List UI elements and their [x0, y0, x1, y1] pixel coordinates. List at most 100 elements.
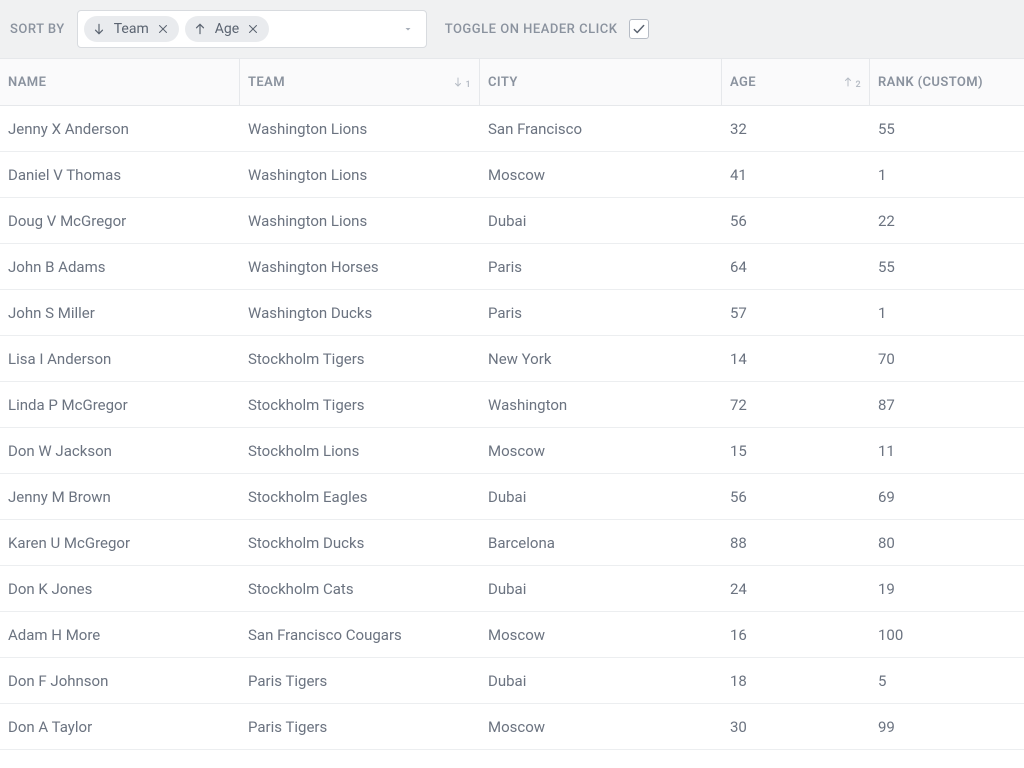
- cell-rank: 100: [870, 626, 1022, 644]
- cell-age: 64: [722, 258, 870, 276]
- cell-age: 57: [722, 304, 870, 322]
- cell-city: Moscow: [480, 442, 722, 460]
- cell-city: Moscow: [480, 166, 722, 184]
- cell-age: 18: [722, 672, 870, 690]
- table-row[interactable]: John S MillerWashington DucksParis571: [0, 290, 1024, 336]
- cell-team: Washington Ducks: [240, 304, 480, 322]
- sort-select[interactable]: Team Age: [77, 10, 427, 48]
- cell-team: Paris Tigers: [240, 718, 480, 736]
- cell-rank: 11: [870, 442, 1022, 460]
- arrow-down-icon: [452, 76, 464, 88]
- table-row[interactable]: Karen U McGregorStockholm DucksBarcelona…: [0, 520, 1024, 566]
- cell-city: Dubai: [480, 580, 722, 598]
- sort-toolbar: SORT BY Team Age TOGGLE ON HEADER CLIC: [0, 0, 1024, 58]
- column-header-label: NAME: [8, 75, 46, 90]
- column-header-label: TEAM: [248, 75, 285, 90]
- cell-city: Barcelona: [480, 534, 722, 552]
- remove-chip-button[interactable]: [245, 21, 261, 37]
- caret-down-icon[interactable]: [396, 17, 420, 41]
- table-row[interactable]: Adam H MoreSan Francisco CougarsMoscow16…: [0, 612, 1024, 658]
- cell-name: Adam H More: [0, 626, 240, 644]
- cell-age: 56: [722, 488, 870, 506]
- table-row[interactable]: Lisa I AndersonStockholm TigersNew York1…: [0, 336, 1024, 382]
- column-header-label: CITY: [488, 75, 518, 90]
- cell-team: Washington Lions: [240, 120, 480, 138]
- cell-rank: 87: [870, 396, 1022, 414]
- cell-team: Paris Tigers: [240, 672, 480, 690]
- cell-city: San Francisco: [480, 120, 722, 138]
- cell-name: Daniel V Thomas: [0, 166, 240, 184]
- column-header-age[interactable]: AGE 2: [722, 59, 870, 105]
- cell-age: 15: [722, 442, 870, 460]
- sort-chip-team[interactable]: Team: [84, 16, 179, 42]
- cell-team: Washington Horses: [240, 258, 480, 276]
- cell-rank: 22: [870, 212, 1022, 230]
- sort-chip-age[interactable]: Age: [185, 16, 269, 42]
- cell-city: Paris: [480, 258, 722, 276]
- cell-age: 30: [722, 718, 870, 736]
- table-header-row: NAME TEAM 1 CITY AGE 2 RANK (CUSTOM): [0, 58, 1024, 106]
- cell-team: Stockholm Tigers: [240, 350, 480, 368]
- toggle-header-click-label: TOGGLE ON HEADER CLICK: [445, 22, 618, 37]
- cell-rank: 19: [870, 580, 1022, 598]
- cell-team: San Francisco Cougars: [240, 626, 480, 644]
- remove-chip-button[interactable]: [155, 21, 171, 37]
- cell-name: Jenny X Anderson: [0, 120, 240, 138]
- table-row[interactable]: Don K JonesStockholm CatsDubai2419: [0, 566, 1024, 612]
- table-row[interactable]: Doug V McGregorWashington LionsDubai5622: [0, 198, 1024, 244]
- cell-name: Lisa I Anderson: [0, 350, 240, 368]
- cell-rank: 1: [870, 166, 1022, 184]
- cell-age: 16: [722, 626, 870, 644]
- cell-city: Paris: [480, 304, 722, 322]
- column-header-label: RANK (CUSTOM): [878, 75, 983, 90]
- column-header-team[interactable]: TEAM 1: [240, 59, 480, 105]
- cell-team: Stockholm Tigers: [240, 396, 480, 414]
- cell-team: Washington Lions: [240, 212, 480, 230]
- toggle-header-click-checkbox[interactable]: [629, 19, 649, 39]
- cell-name: Don K Jones: [0, 580, 240, 598]
- cell-age: 32: [722, 120, 870, 138]
- table-row[interactable]: Don W JacksonStockholm LionsMoscow1511: [0, 428, 1024, 474]
- cell-city: Dubai: [480, 488, 722, 506]
- cell-name: Doug V McGregor: [0, 212, 240, 230]
- cell-name: Don A Taylor: [0, 718, 240, 736]
- cell-age: 88: [722, 534, 870, 552]
- column-header-rank[interactable]: RANK (CUSTOM): [870, 59, 1022, 105]
- cell-rank: 55: [870, 258, 1022, 276]
- cell-name: John B Adams: [0, 258, 240, 276]
- column-header-label: AGE: [730, 75, 756, 90]
- cell-name: Don F Johnson: [0, 672, 240, 690]
- sort-indicator: 2: [842, 76, 861, 88]
- arrow-down-icon: [90, 20, 108, 38]
- arrow-up-icon: [842, 76, 854, 88]
- cell-rank: 1: [870, 304, 1022, 322]
- cell-team: Stockholm Ducks: [240, 534, 480, 552]
- cell-city: Moscow: [480, 718, 722, 736]
- column-header-city[interactable]: CITY: [480, 59, 722, 105]
- cell-name: Linda P McGregor: [0, 396, 240, 414]
- cell-team: Stockholm Eagles: [240, 488, 480, 506]
- table-row[interactable]: Don F JohnsonParis TigersDubai185: [0, 658, 1024, 704]
- cell-rank: 99: [870, 718, 1022, 736]
- table-row[interactable]: Daniel V ThomasWashington LionsMoscow411: [0, 152, 1024, 198]
- cell-city: Moscow: [480, 626, 722, 644]
- data-table: NAME TEAM 1 CITY AGE 2 RANK (CUSTOM) Jen…: [0, 58, 1024, 750]
- table-body: Jenny X AndersonWashington LionsSan Fran…: [0, 106, 1024, 750]
- table-row[interactable]: Linda P McGregorStockholm TigersWashingt…: [0, 382, 1024, 428]
- column-header-name[interactable]: NAME: [0, 59, 240, 105]
- cell-name: Jenny M Brown: [0, 488, 240, 506]
- table-row[interactable]: Jenny X AndersonWashington LionsSan Fran…: [0, 106, 1024, 152]
- sort-order-number: 1: [465, 81, 471, 90]
- cell-name: Karen U McGregor: [0, 534, 240, 552]
- cell-city: Washington: [480, 396, 722, 414]
- cell-rank: 55: [870, 120, 1022, 138]
- cell-age: 72: [722, 396, 870, 414]
- cell-city: New York: [480, 350, 722, 368]
- cell-city: Dubai: [480, 212, 722, 230]
- table-row[interactable]: John B AdamsWashington HorsesParis6455: [0, 244, 1024, 290]
- table-row[interactable]: Jenny M BrownStockholm EaglesDubai5669: [0, 474, 1024, 520]
- table-row[interactable]: Don A TaylorParis TigersMoscow3099: [0, 704, 1024, 750]
- cell-city: Dubai: [480, 672, 722, 690]
- cell-age: 56: [722, 212, 870, 230]
- cell-rank: 80: [870, 534, 1022, 552]
